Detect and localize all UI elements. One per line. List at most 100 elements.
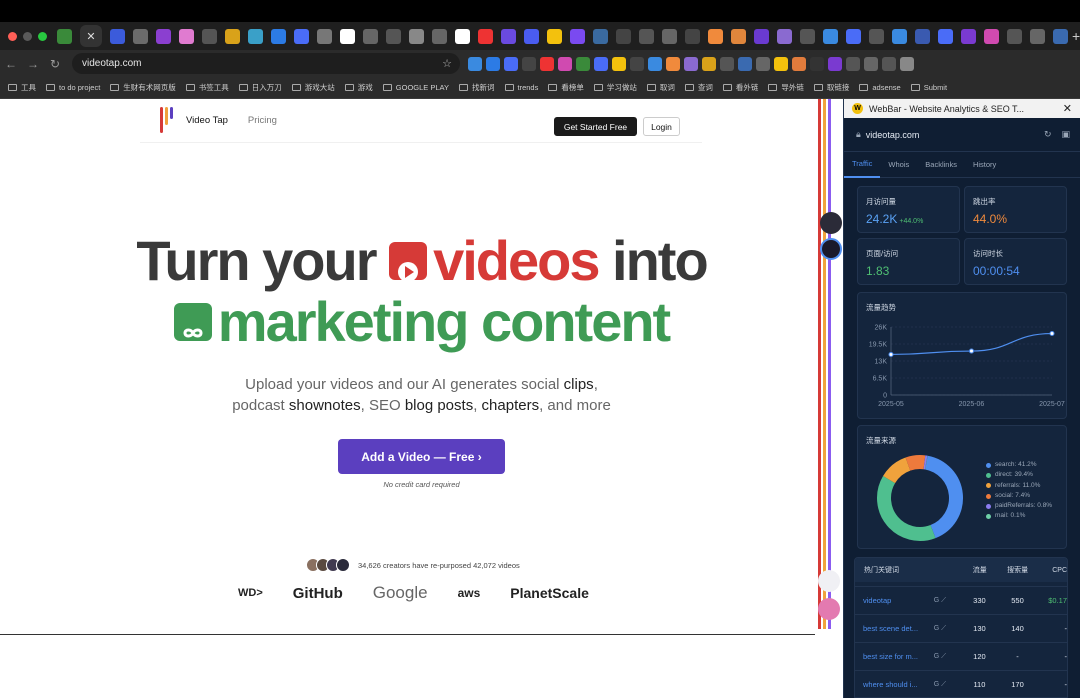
minimize-window-button[interactable] [23,31,32,41]
login-button[interactable]: Login [643,117,680,136]
get-started-button[interactable]: Get Started Free [554,117,637,136]
tab-favicon[interactable] [317,28,332,44]
tab-history[interactable]: History [965,152,1004,178]
extension-icon[interactable] [702,56,716,71]
extension-icon[interactable] [558,56,572,71]
keyword-row[interactable]: where should i... G ⟋ 110 170- [855,670,1067,697]
tab-favicon[interactable] [570,28,585,44]
bookmark-item[interactable]: 查词 [684,82,713,93]
tab-favicon[interactable] [685,28,700,44]
extension-icon[interactable] [648,56,662,71]
tab-favicon[interactable] [294,28,309,44]
extension-icon[interactable] [540,56,554,71]
tab-favicon[interactable] [547,28,562,44]
tab-favicon[interactable] [110,28,125,44]
extension-icon[interactable] [594,56,608,71]
tab-favicon[interactable] [478,28,493,44]
tab-favicon[interactable] [363,28,378,44]
tab-favicon[interactable] [179,28,194,44]
tab-favicon[interactable] [869,28,884,44]
extension-icon[interactable] [810,56,824,71]
google-trend-icons[interactable]: G ⟋ [934,681,963,689]
tab-favicon[interactable] [800,28,815,44]
tab-favicon[interactable] [731,28,746,44]
profile-avatar[interactable] [900,56,914,71]
bookmark-item[interactable]: adsense [859,83,901,92]
bookmark-item[interactable]: GOOGLE PLAY [382,83,449,92]
bookmark-star-icon[interactable]: ☆ [442,57,452,70]
tab-favicon[interactable] [823,28,838,44]
keyword-row[interactable]: videotap G ⟋ 330 550 $0.17 [855,586,1067,614]
bookmark-item[interactable]: 工具 [8,82,36,93]
extension-icon[interactable] [846,56,860,71]
tab-active-videotap[interactable]: ✕ [80,25,102,47]
address-bar[interactable]: videotap.com ☆ [72,53,460,74]
tab-favicon[interactable] [248,28,263,44]
extension-icon[interactable] [864,56,878,71]
google-trend-icons[interactable]: G ⟋ [934,653,963,661]
tab-favicon[interactable] [156,28,171,44]
extension-icon[interactable] [666,56,680,71]
tab-favicon[interactable] [524,28,539,44]
tab-favicon[interactable] [455,28,470,44]
tab-favicon[interactable] [662,28,677,44]
bookmark-item[interactable]: 看外链 [722,82,758,93]
extension-icon[interactable] [612,56,626,71]
nav-pricing-link[interactable]: Pricing [248,115,277,126]
tab-favicon[interactable] [1030,28,1045,44]
extension-icon[interactable] [882,56,896,71]
tab-favicon[interactable] [271,28,286,44]
maximize-window-button[interactable] [38,31,47,41]
tab-favicon[interactable] [1053,28,1068,44]
tab-favicon[interactable] [340,28,355,44]
translate-float-button[interactable] [820,212,842,234]
qr-float-button[interactable] [818,570,840,592]
tab-favicon[interactable] [57,28,72,44]
reload-icon[interactable]: ↻ [44,57,66,71]
tab-favicon[interactable] [386,28,401,44]
bookmark-item[interactable]: 学习做站 [593,82,637,93]
keyword-row[interactable]: best size for m... G ⟋ 120- - [855,642,1067,670]
extension-icon[interactable] [738,56,752,71]
new-tab-button[interactable]: + [1072,28,1080,44]
panel-icon[interactable]: ▣ [1061,129,1070,140]
tab-favicon[interactable] [593,28,608,44]
add-video-button[interactable]: Add a Video — Free › [338,439,505,474]
tab-favicon[interactable] [639,28,654,44]
bookmark-item[interactable]: 看榜单 [548,82,584,93]
tab-favicon[interactable] [754,28,769,44]
webbar-float-button[interactable] [820,238,842,260]
tab-favicon[interactable] [202,28,217,44]
tab-favicon[interactable] [938,28,953,44]
bookmark-item[interactable]: 日入万刀 [238,82,282,93]
extension-icon[interactable] [504,56,518,71]
tab-favicon[interactable] [501,28,516,44]
extension-icon[interactable] [486,56,500,71]
extension-icon[interactable] [576,56,590,71]
tab-traffic[interactable]: Traffic [844,152,881,178]
extension-icon[interactable] [684,56,698,71]
tab-favicon[interactable] [225,28,240,44]
bookmark-item[interactable]: 找新词 [459,82,495,93]
extension-icon[interactable] [792,56,806,71]
assistant-float-button[interactable] [818,598,840,620]
bookmark-item[interactable]: 游戏 [344,82,373,93]
extension-icon[interactable] [720,56,734,71]
bookmark-item[interactable]: 取词 [646,82,675,93]
bookmark-item[interactable]: trends [504,83,538,92]
tab-backlinks[interactable]: Backlinks [917,152,965,178]
bookmark-item[interactable]: 导外链 [768,82,804,93]
tab-favicon[interactable] [432,28,447,44]
tab-favicon[interactable] [616,28,631,44]
extension-icon[interactable] [828,56,842,71]
back-arrow-icon[interactable]: ← [0,57,22,71]
forward-arrow-icon[interactable]: → [22,57,44,71]
bookmark-item[interactable]: 生财有术网页版 [110,82,176,93]
tab-favicon[interactable] [777,28,792,44]
refresh-icon[interactable]: ↻ [1044,129,1052,140]
tab-favicon[interactable] [846,28,861,44]
bookmark-item[interactable]: 取链接 [813,82,849,93]
tab-favicon[interactable] [708,28,723,44]
extension-icon[interactable] [522,56,536,71]
tab-whois[interactable]: Whois [880,152,917,178]
